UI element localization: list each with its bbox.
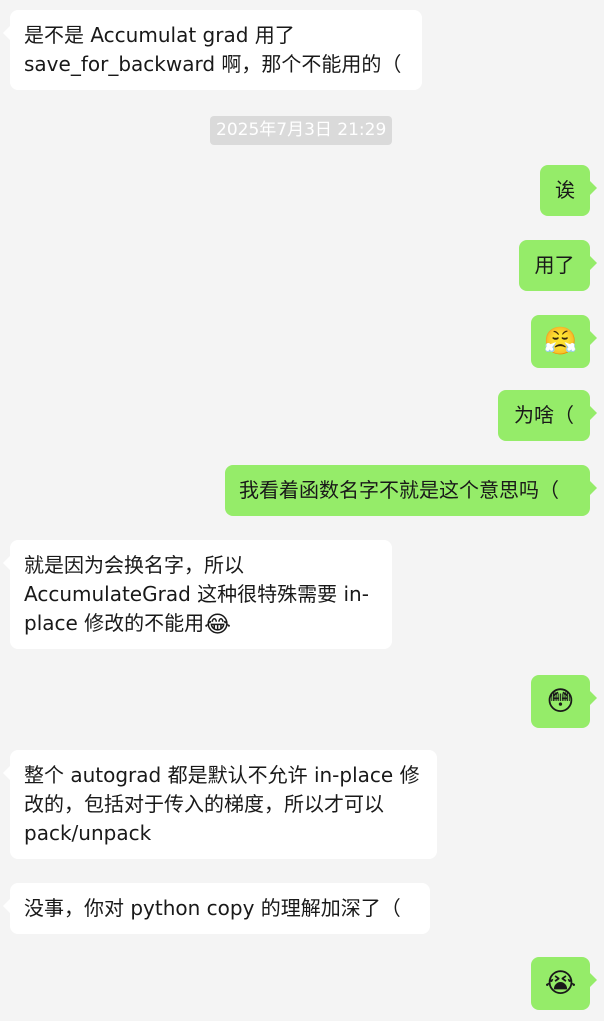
chat-window: 是不是 Accumulat grad 用了 save_for_backward … [0, 0, 604, 1021]
message-text: 用了 [534, 253, 575, 277]
message-bubble-incoming[interactable]: 是不是 Accumulat grad 用了 save_for_backward … [3, 10, 422, 90]
message-text: 我看着函数名字不就是这个意思吗（ [239, 478, 559, 502]
message-bubble-incoming[interactable]: 没事，你对 python copy 的理解加深了（ [3, 883, 430, 934]
emoji-message-bubble[interactable]: 😤 [531, 315, 597, 368]
crying-face-emoji-icon: 😭 [544, 968, 577, 999]
message-bubble-outgoing[interactable]: 为啥（ [498, 390, 597, 441]
message-bubble-outgoing[interactable]: 用了 [519, 240, 597, 291]
wide-eyed-face-emoji-icon: 😳 [546, 686, 575, 717]
angry-face-emoji-icon: 😤 [543, 326, 578, 357]
message-bubble-outgoing[interactable]: 我看着函数名字不就是这个意思吗（ [225, 465, 597, 516]
laughing-tears-emoji-icon: 😂 [204, 612, 232, 638]
message-bubble-incoming[interactable]: 整个 autograd 都是默认不允许 in-place 修改的，包括对于传入的… [3, 750, 437, 859]
message-text: 为啥（ [514, 403, 574, 427]
message-bubble-outgoing[interactable]: 诶 [540, 165, 597, 216]
message-text: 就是因为会换名字，所以 AccumulateGrad 这种很特殊需要 in-pl… [24, 553, 369, 635]
emoji-message-bubble[interactable]: 😳 [531, 675, 597, 728]
message-text: 诶 [555, 178, 575, 202]
message-text: 是不是 Accumulat grad 用了 save_for_backward … [24, 23, 402, 76]
message-text: 整个 autograd 都是默认不允许 in-place 修改的，包括对于传入的… [24, 763, 420, 845]
emoji-message-bubble[interactable]: 😭 [531, 957, 597, 1010]
timestamp: 2025年7月3日 21:29 [210, 116, 393, 145]
message-text: 没事，你对 python copy 的理解加深了（ [24, 896, 401, 920]
message-bubble-incoming[interactable]: 就是因为会换名字，所以 AccumulateGrad 这种很特殊需要 in-pl… [3, 540, 392, 649]
